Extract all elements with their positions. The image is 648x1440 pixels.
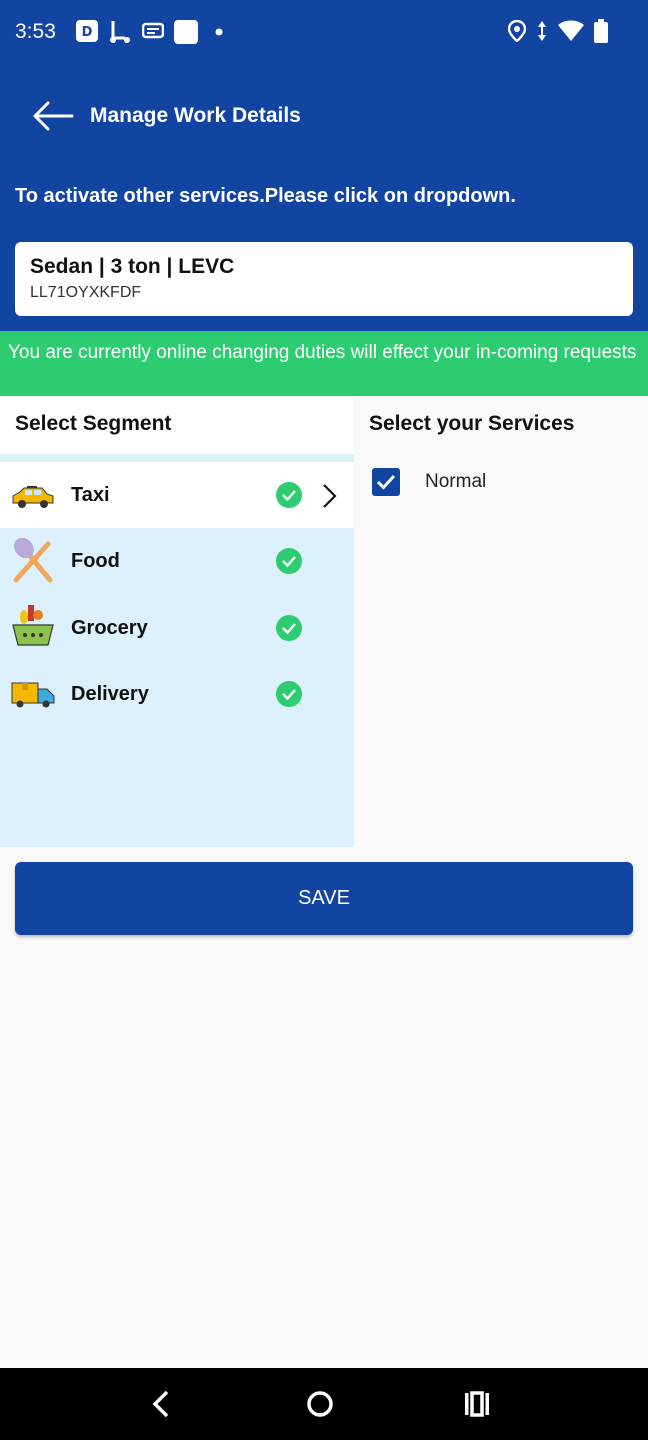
services-panel: Select your Services Normal xyxy=(354,396,648,847)
segment-panel: Select Segment Taxi Food Grocery Deliver… xyxy=(0,396,354,847)
back-arrow-icon[interactable] xyxy=(30,100,74,132)
grocery-icon xyxy=(12,605,54,646)
app-bar: Manage Work Details xyxy=(0,86,648,146)
nav-back-icon[interactable] xyxy=(142,1384,182,1424)
checkmark-icon xyxy=(376,474,396,490)
status-icons-right xyxy=(508,19,608,43)
message-icon xyxy=(142,22,164,39)
notification-p-icon: D xyxy=(76,20,98,42)
segment-item-grocery[interactable]: Grocery xyxy=(0,595,354,661)
segment-heading: Select Segment xyxy=(15,412,172,435)
battery-icon xyxy=(594,19,608,43)
header-background: 3:53 D Manage Work Details To activate o… xyxy=(0,0,648,331)
check-circle-icon xyxy=(276,681,302,707)
food-icon xyxy=(13,537,53,583)
system-nav-bar xyxy=(0,1368,648,1440)
status-bar: 3:53 D xyxy=(0,0,648,64)
dot-icon xyxy=(215,28,223,36)
segment-item-delivery[interactable]: Delivery xyxy=(0,661,354,727)
segment-heading-bar: Select Segment xyxy=(0,396,354,454)
segment-label-grocery: Grocery xyxy=(71,617,148,639)
check-circle-icon xyxy=(276,482,302,508)
service-checkbox-normal[interactable] xyxy=(372,468,400,496)
services-heading: Select your Services xyxy=(369,412,575,435)
taxi-icon xyxy=(12,486,54,508)
nav-home-icon[interactable] xyxy=(300,1384,340,1424)
check-circle-icon xyxy=(276,548,302,574)
vehicle-dropdown[interactable]: Sedan | 3 ton | LEVC LL71OYXKFDF xyxy=(15,242,633,316)
wifi-icon xyxy=(558,20,584,41)
segment-item-taxi[interactable]: Taxi xyxy=(0,462,354,528)
data-arrows-icon xyxy=(538,21,546,41)
instruction-text: To activate other services.Please click … xyxy=(15,185,516,207)
location-icon xyxy=(508,20,526,42)
square-icon xyxy=(174,20,198,44)
delivery-truck-icon xyxy=(11,682,55,708)
vehicle-plate: LL71OYXKFDF xyxy=(30,284,142,301)
segment-label-food: Food xyxy=(71,550,120,572)
scooter-icon xyxy=(110,21,130,43)
page-title: Manage Work Details xyxy=(90,104,301,127)
nav-recents-icon[interactable] xyxy=(457,1384,497,1424)
status-time: 3:53 xyxy=(15,20,56,43)
online-warning-banner: You are currently online changing duties… xyxy=(0,331,648,396)
chevron-right-icon xyxy=(323,484,337,508)
segment-item-food[interactable]: Food xyxy=(0,528,354,594)
segment-label-taxi: Taxi xyxy=(71,484,110,506)
segment-label-delivery: Delivery xyxy=(71,683,149,705)
save-button[interactable]: SAVE xyxy=(15,862,633,935)
service-label-normal: Normal xyxy=(425,471,487,492)
check-circle-icon xyxy=(276,615,302,641)
svg-text:D: D xyxy=(82,25,93,40)
vehicle-name: Sedan | 3 ton | LEVC xyxy=(30,255,235,278)
